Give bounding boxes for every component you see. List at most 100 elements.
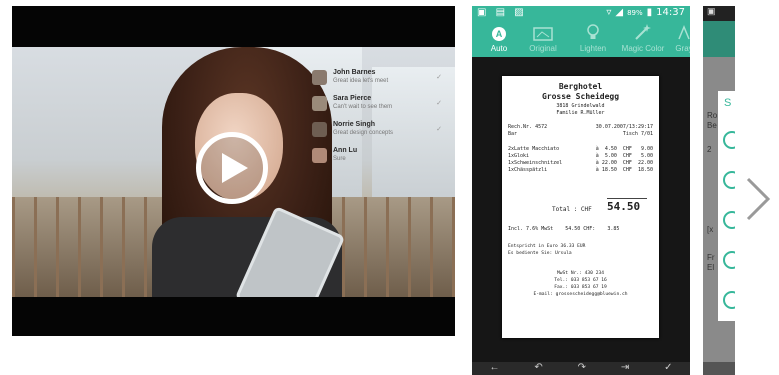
option-radio[interactable] (723, 251, 735, 269)
toolbar (703, 21, 735, 57)
wifi-icon: ▿ (606, 7, 612, 18)
contact-item: Sara Pierce Can't wait to see them ✓ (312, 91, 442, 115)
option-radio[interactable] (723, 171, 735, 189)
filter-toolbar: A Auto Original Lighten Magic Color Gray (472, 21, 690, 57)
share-icon[interactable]: ⇥ (621, 362, 629, 373)
avatar (312, 69, 327, 85)
text-fragment: Ro (707, 111, 718, 120)
receipt-line: Rech.Nr. 4572 30.07.2007/13:29:17 (508, 124, 653, 130)
receipt-title: Berghotel (558, 82, 603, 91)
status-bar: ▣ (703, 6, 735, 21)
rotate-left-icon[interactable]: ↶ (534, 362, 542, 373)
app-screenshot-partial: ▣ Ro Be 2 [x Fr El S (703, 6, 735, 375)
contact-message: Sure (333, 156, 346, 162)
checkmark-icon: ✓ (436, 126, 442, 133)
receipt-line: Bar Tisch 7/01 (508, 131, 653, 137)
receipt-document: Berghotel Grosse Scheidegg 3818 Grindelw… (502, 76, 659, 338)
receipt-footer: MwSt Nr.: 430 234 (556, 271, 605, 276)
play-button[interactable] (196, 132, 268, 204)
contact-name: Ann Lu (333, 147, 358, 154)
contact-item: Norrie Singh Great design concepts ✓ (312, 117, 442, 141)
filter-label: Original (529, 44, 557, 53)
text-fragment: Be (707, 121, 717, 130)
receipt-footer: E-mail: grossescheidegg@bluewin.ch (533, 292, 628, 297)
filter-lighten[interactable]: Lighten (566, 21, 620, 53)
filter-gray[interactable]: Gray (664, 21, 690, 53)
text-fragment: Fr (707, 253, 715, 262)
option-radio[interactable] (723, 211, 735, 229)
lightbulb-icon (587, 24, 599, 39)
clock: 14:37 (656, 7, 685, 18)
vat-text: Incl. 7.6% MwSt 54.50 CHF: 3.85 (508, 226, 620, 232)
notification-icon: ▣ (707, 6, 716, 16)
receipt-footer: Es bediente Sie: Ursula (508, 251, 572, 256)
option-radio[interactable] (723, 131, 735, 149)
receipt-vat: Incl. 7.6% MwSt 54.50 CHF: 3.85 (508, 226, 653, 232)
total-value: 54.50 (607, 200, 641, 213)
bottom-action-bar: ← ↶ ↷ ⇥ ✓ (472, 362, 690, 375)
contact-name: Norrie Singh (333, 121, 376, 128)
filter-label: Gray (675, 44, 690, 53)
rotate-right-icon[interactable]: ↷ (578, 362, 586, 373)
contact-name: John Barnes (333, 69, 376, 76)
total-label: Total : CHF (552, 206, 592, 213)
dialog-title: S (724, 97, 732, 109)
contact-message: Can't wait to see them (333, 104, 393, 110)
receipt-number: Rech.Nr. 4572 (508, 124, 548, 130)
filter-magic-color[interactable]: Magic Color (616, 21, 670, 53)
text-fragment: [x (707, 225, 714, 234)
avatar (312, 95, 327, 111)
item-price: à 5.00 CHF 5.00 (595, 153, 653, 159)
receipt-address: Familie R.Müller (556, 110, 605, 116)
checkmark-icon: ✓ (436, 100, 442, 107)
item-price: à 18.50 CHF 18.50 (595, 167, 653, 173)
item-name: 2xLatte Macchiato (508, 146, 560, 152)
bottom-action-bar (703, 362, 735, 375)
text-fragment: 2 (707, 145, 712, 154)
receipt-item: 1xGloki à 5.00 CHF 5.00 (508, 153, 653, 159)
item-name: 1xSchweinschnitzel (508, 160, 563, 166)
video-player[interactable]: John Barnes Great idea let's meet ✓ Sara… (12, 6, 455, 336)
chevron-right-icon (746, 177, 771, 221)
status-bar: ▣ ▤ ▨ ▿ ◢ 89% ▮ 14:37 (472, 6, 690, 21)
magic-icon (635, 24, 651, 40)
back-icon[interactable]: ← (489, 362, 499, 373)
contact-item: Ann Lu Sure (312, 143, 442, 167)
notification-icons: ▣ ▤ ▨ (477, 7, 527, 18)
receipt-footer: Entspricht in Euro 36.33 EUR (508, 244, 586, 249)
options-dialog: S (718, 91, 735, 321)
contact-name: Sara Pierce (333, 95, 372, 102)
contact-message: Great idea let's meet (333, 78, 389, 84)
filter-original[interactable]: Original (516, 21, 570, 53)
scan-preview: Berghotel Grosse Scheidegg 3818 Grindelw… (472, 57, 690, 362)
battery-level: 89% (627, 8, 643, 17)
contact-item: John Barnes Great idea let's meet ✓ (312, 65, 442, 89)
receipt-date: 30.07.2007/13:29:17 (595, 124, 653, 130)
app-screenshot: ▣ ▤ ▨ ▿ ◢ 89% ▮ 14:37 A Auto Original Li… (472, 6, 690, 375)
avatar (312, 121, 327, 137)
contact-list-overlay: John Barnes Great idea let's meet ✓ Sara… (312, 65, 442, 169)
item-price: à 22.00 CHF 22.00 (595, 160, 653, 166)
item-name: 1xChässpätzli (508, 167, 548, 173)
receipt-item: 2xLatte Macchiato à 4.50 CHF 9.00 (508, 146, 653, 152)
item-name: 1xGloki (508, 153, 530, 159)
contact-message: Great design concepts (333, 130, 394, 136)
next-slide-button[interactable] (742, 175, 772, 223)
avatar (312, 147, 327, 163)
receipt-bar: Bar (508, 131, 518, 137)
option-radio[interactable] (723, 291, 735, 309)
filter-label: Magic Color (621, 44, 665, 53)
gray-icon (678, 25, 690, 40)
receipt-footer: Fax.: 033 853 67 19 (554, 285, 607, 290)
receipt-item: 1xChässpätzli à 18.50 CHF 18.50 (508, 167, 653, 173)
auto-icon: A (492, 27, 506, 41)
checkmark-icon: ✓ (436, 74, 442, 81)
check-icon[interactable]: ✓ (664, 362, 672, 373)
filter-label: Lighten (579, 44, 607, 53)
receipt-address: 3818 Grindelwald (556, 103, 605, 109)
item-price: à 4.50 CHF 9.00 (595, 146, 653, 152)
receipt-footer: Tel.: 033 853 67 16 (554, 278, 607, 283)
receipt-title: Grosse Scheidegg (541, 92, 620, 101)
battery-icon: ▮ (646, 7, 653, 18)
play-icon (222, 153, 248, 183)
